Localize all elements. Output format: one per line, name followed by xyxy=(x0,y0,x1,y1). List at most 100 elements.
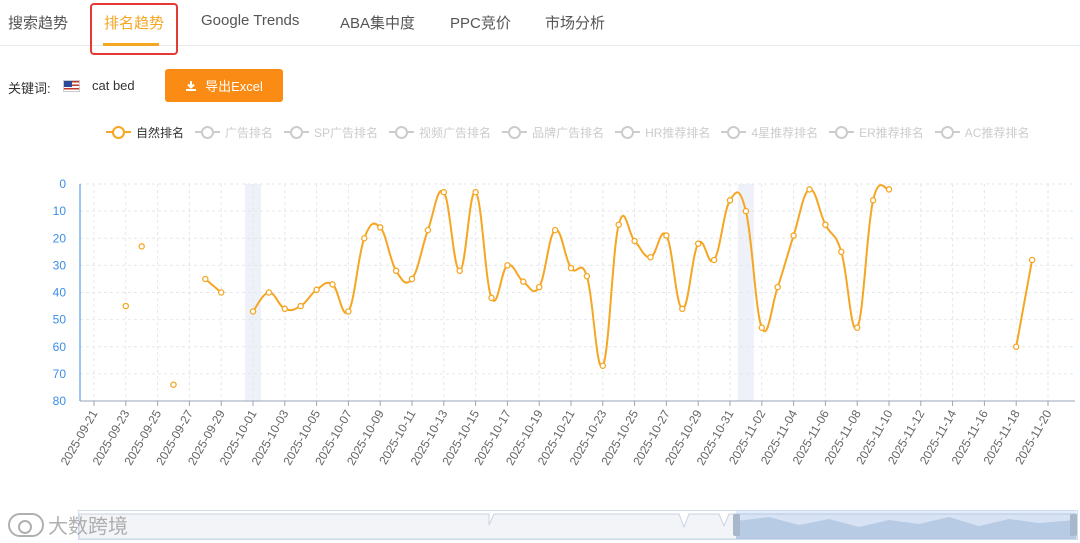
legend-line-icon xyxy=(284,125,310,139)
data-point xyxy=(679,305,686,313)
data-point xyxy=(790,232,797,239)
y-tick-label: 80 xyxy=(53,394,67,408)
data-point xyxy=(742,207,750,215)
data-point xyxy=(1012,343,1020,350)
data-point xyxy=(583,272,591,280)
data-point xyxy=(122,302,130,310)
data-point xyxy=(710,256,718,264)
rank-trend-chart: 010203040506070802025-09-212025-09-23202… xyxy=(53,177,1075,468)
legend-line-icon xyxy=(615,125,641,139)
legend-item-sp-ad-rank[interactable]: SP广告排名 xyxy=(284,123,378,141)
legend-label: 4星推荐排名 xyxy=(751,125,819,140)
data-point xyxy=(376,224,384,231)
y-tick-label: 30 xyxy=(53,258,67,272)
legend-item-hr-rank[interactable]: HR推荐排名 xyxy=(615,123,710,141)
watermark-logo-icon xyxy=(8,512,44,537)
data-point xyxy=(1028,256,1036,264)
data-point xyxy=(615,221,622,228)
legend-label: SP广告排名 xyxy=(314,125,379,140)
legend-line-icon xyxy=(721,125,747,139)
data-point xyxy=(170,381,177,388)
data-point xyxy=(838,248,845,256)
y-tick-label: 50 xyxy=(53,313,67,327)
data-point xyxy=(329,281,336,288)
data-point xyxy=(806,186,813,193)
legend-item-4star-rank[interactable]: 4星推荐排名 xyxy=(721,123,818,141)
tab-search-trend[interactable]: 搜索趋势 xyxy=(8,12,68,33)
data-point xyxy=(885,186,893,193)
legend-line-icon xyxy=(389,125,415,139)
data-point xyxy=(599,362,607,369)
legend-item-ad-rank[interactable]: 广告排名 xyxy=(195,123,273,141)
data-point xyxy=(202,275,209,283)
legend-label: AC推荐排名 xyxy=(964,125,1030,140)
legend-label: 品牌广告排名 xyxy=(532,125,605,140)
data-point xyxy=(567,264,575,272)
data-point xyxy=(472,188,479,196)
tab-aba-concentration[interactable]: ABA集中度 xyxy=(340,12,415,33)
data-point xyxy=(217,289,225,296)
export-excel-label: 导出Excel xyxy=(205,79,263,94)
tab-google-trends[interactable]: Google Trends xyxy=(201,12,299,29)
y-tick-label: 0 xyxy=(59,177,66,191)
y-tick-label: 70 xyxy=(53,367,67,381)
y-tick-label: 10 xyxy=(53,204,67,218)
tab-ppc-bid[interactable]: PPC竞价 xyxy=(450,12,511,33)
data-zoom-slider[interactable] xyxy=(78,510,1078,540)
data-point xyxy=(520,278,527,285)
data-point xyxy=(424,226,432,234)
data-point xyxy=(869,197,877,204)
data-point xyxy=(408,275,416,283)
data-point xyxy=(297,302,304,310)
legend-item-brand-ad-rank[interactable]: 品牌广告排名 xyxy=(502,123,604,141)
zoom-handle-left[interactable] xyxy=(733,514,740,536)
data-point xyxy=(758,324,766,332)
legend-label: 自然排名 xyxy=(136,125,185,140)
series-line-organic-rank xyxy=(1015,259,1034,347)
tab-bar: 搜索趋势 排名趋势 Google Trends ABA集中度 PPC竞价 市场分… xyxy=(0,0,1080,55)
highlight-box xyxy=(90,3,178,55)
legend-line-icon xyxy=(195,125,221,139)
legend-line-icon xyxy=(106,125,131,139)
y-tick-label: 20 xyxy=(53,231,67,245)
zoom-selected-range[interactable] xyxy=(736,511,1076,539)
legend-item-er-rank[interactable]: ER推荐排名 xyxy=(829,123,924,141)
legend-label: 视频广告排名 xyxy=(419,125,492,140)
legend-item-video-ad-rank[interactable]: 视频广告排名 xyxy=(389,123,491,141)
legend-item-organic-rank[interactable]: 自然排名 xyxy=(106,123,184,141)
legend-label: ER推荐排名 xyxy=(859,125,924,140)
data-point xyxy=(392,267,400,275)
y-tick-label: 60 xyxy=(53,340,67,354)
data-point xyxy=(504,262,511,269)
legend-label: 广告排名 xyxy=(225,125,274,140)
data-point xyxy=(249,308,257,315)
tab-market-analysis[interactable]: 市场分析 xyxy=(545,12,605,33)
watermark-text: 大数跨境 xyxy=(48,516,128,538)
legend-item-ac-rank[interactable]: AC推荐排名 xyxy=(934,123,1030,141)
legend-line-icon xyxy=(502,125,528,139)
data-point xyxy=(440,188,448,196)
export-excel-button[interactable]: 导出Excel xyxy=(165,69,283,102)
data-point xyxy=(313,286,320,294)
data-point xyxy=(631,237,638,245)
data-point xyxy=(663,232,670,239)
data-point xyxy=(551,226,559,234)
us-flag-icon xyxy=(63,80,80,92)
legend-line-icon xyxy=(934,125,960,139)
legend-label: HR推荐排名 xyxy=(645,125,711,140)
keyword-value: cat bed xyxy=(92,78,135,93)
data-point xyxy=(694,240,702,247)
data-point xyxy=(535,283,543,291)
data-point xyxy=(774,283,781,291)
data-point xyxy=(265,289,273,296)
download-icon xyxy=(186,80,197,91)
data-point xyxy=(822,221,829,228)
legend-line-icon xyxy=(829,125,855,139)
data-point xyxy=(456,267,463,275)
zoom-handle-right[interactable] xyxy=(1070,514,1077,536)
data-point xyxy=(281,305,289,313)
data-point xyxy=(853,324,861,332)
data-point xyxy=(488,294,495,302)
y-tick-label: 40 xyxy=(53,286,67,300)
watermark: 大数跨境 xyxy=(8,510,128,539)
